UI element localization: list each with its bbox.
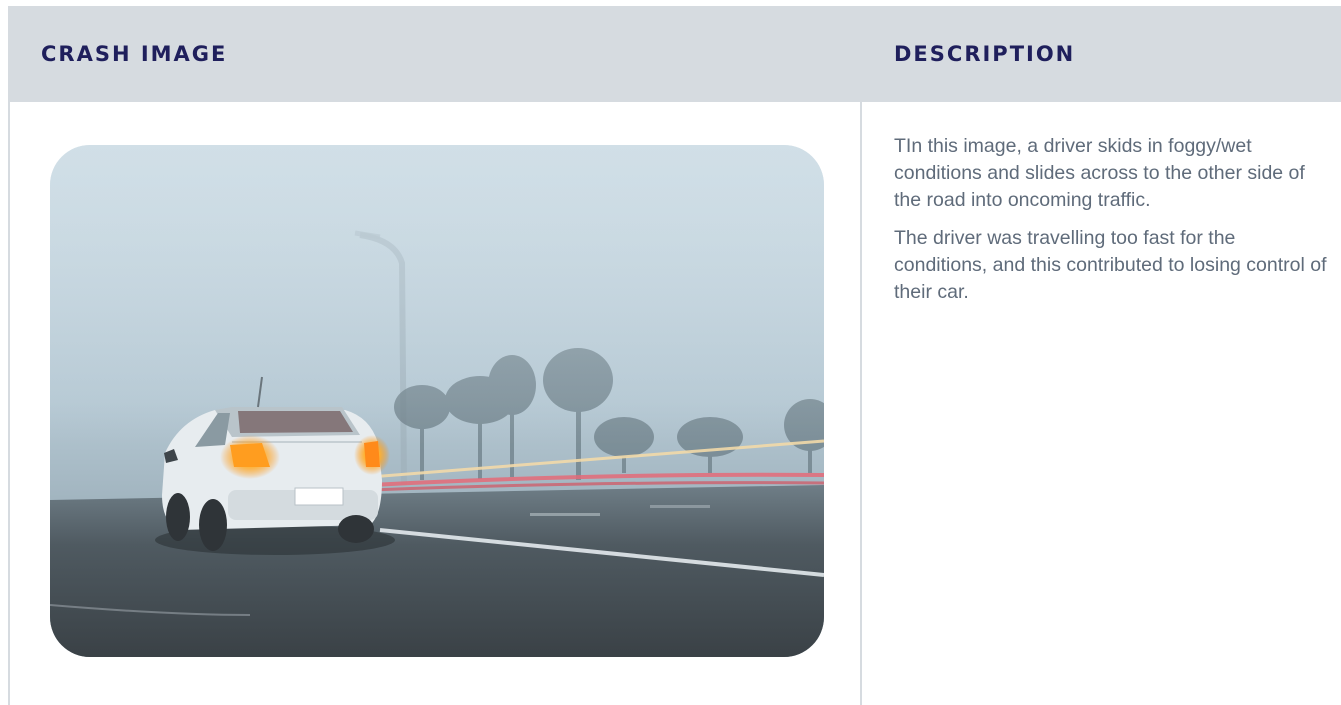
crash-table: CRASH IMAGE DESCRIPTION TIn this image, … xyxy=(0,0,1341,705)
header-crash-image: CRASH IMAGE xyxy=(41,42,228,66)
description-paragraph: TIn this image, a driver skids in foggy/… xyxy=(894,135,1305,211)
description-text: TIn this image, a driver skids in foggy/… xyxy=(894,133,1334,317)
header-description: DESCRIPTION xyxy=(894,42,1076,66)
table-left-border xyxy=(8,102,10,705)
description-paragraph: The driver was travelling too fast for t… xyxy=(894,227,1327,303)
table-column-divider xyxy=(860,102,862,705)
table-header-row: CRASH IMAGE DESCRIPTION xyxy=(8,6,1341,102)
crash-photo xyxy=(50,145,824,657)
